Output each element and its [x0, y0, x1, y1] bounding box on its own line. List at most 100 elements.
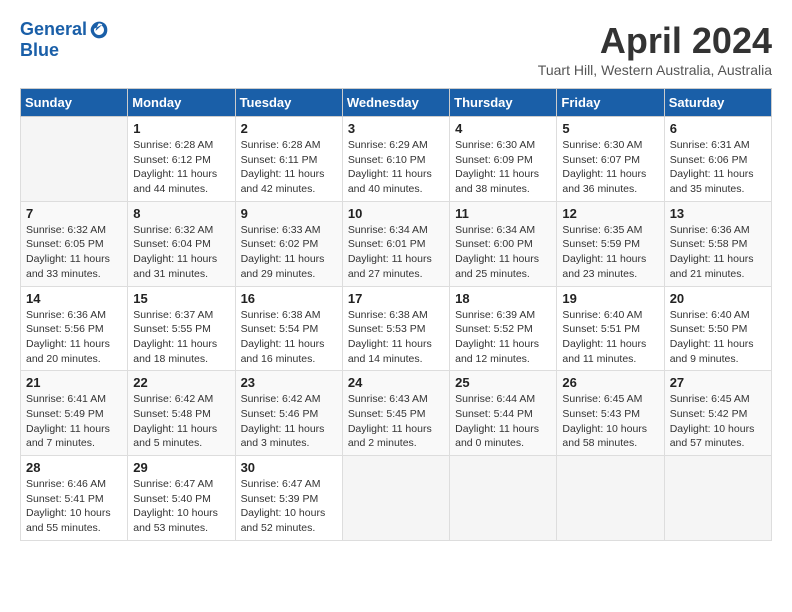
day-number: 1 — [133, 121, 229, 136]
calendar-cell: 3 Sunrise: 6:29 AMSunset: 6:10 PMDaylight… — [342, 117, 449, 202]
day-number: 26 — [562, 375, 658, 390]
day-info: Sunrise: 6:34 AMSunset: 6:01 PMDaylight:… — [348, 223, 444, 282]
calendar-header-row: SundayMondayTuesdayWednesdayThursdayFrid… — [21, 89, 772, 117]
day-number: 3 — [348, 121, 444, 136]
calendar-cell: 13Sunrise: 6:36 AMSunset: 5:58 PMDayligh… — [664, 201, 771, 286]
calendar-cell: 11Sunrise: 6:34 AMSunset: 6:00 PMDayligh… — [450, 201, 557, 286]
day-info: Sunrise: 6:32 AMSunset: 6:04 PMDaylight:… — [133, 223, 229, 282]
calendar-cell: 25 Sunrise: 6:44 AMSunset: 5:44 PMDayligh… — [450, 371, 557, 456]
day-number: 6 — [670, 121, 766, 136]
calendar-cell: 21Sunrise: 6:41 AMSunset: 5:49 PMDayligh… — [21, 371, 128, 456]
calendar-cell: 20 Sunrise: 6:40 AMSunset: 5:50 PMDayligh… — [664, 286, 771, 371]
calendar-cell: 9Sunrise: 6:33 AMSunset: 6:02 PMDaylight… — [235, 201, 342, 286]
day-number: 17 — [348, 291, 444, 306]
logo-icon — [89, 20, 109, 40]
day-number: 12 — [562, 206, 658, 221]
day-info: Sunrise: 6:44 AMSunset: 5:44 PMDaylight:… — [455, 392, 551, 451]
calendar-cell: 1 Sunrise: 6:28 AMSunset: 6:12 PMDaylight… — [128, 117, 235, 202]
day-number: 20 — [670, 291, 766, 306]
day-number: 4 — [455, 121, 551, 136]
calendar-cell — [557, 456, 664, 541]
calendar-cell: 23 Sunrise: 6:42 AMSunset: 5:46 PMDayligh… — [235, 371, 342, 456]
header-sunday: Sunday — [21, 89, 128, 117]
calendar-cell: 18 Sunrise: 6:39 AMSunset: 5:52 PMDayligh… — [450, 286, 557, 371]
calendar-cell: 30Sunrise: 6:47 AMSunset: 5:39 PMDayligh… — [235, 456, 342, 541]
day-number: 16 — [241, 291, 337, 306]
day-info: Sunrise: 6:39 AMSunset: 5:52 PMDaylight:… — [455, 308, 551, 367]
day-info: Sunrise: 6:31 AMSunset: 6:06 PMDaylight:… — [670, 138, 766, 197]
calendar-cell: 17 Sunrise: 6:38 AMSunset: 5:53 PMDayligh… — [342, 286, 449, 371]
calendar-cell: 27 Sunrise: 6:45 AMSunset: 5:42 PMDayligh… — [664, 371, 771, 456]
calendar-week-4: 21Sunrise: 6:41 AMSunset: 5:49 PMDayligh… — [21, 371, 772, 456]
day-number: 11 — [455, 206, 551, 221]
day-number: 14 — [26, 291, 122, 306]
calendar-cell: 22Sunrise: 6:42 AMSunset: 5:48 PMDayligh… — [128, 371, 235, 456]
logo: General Blue — [20, 20, 109, 61]
day-info: Sunrise: 6:47 AMSunset: 5:39 PMDaylight:… — [241, 477, 337, 536]
day-info: Sunrise: 6:32 AMSunset: 6:05 PMDaylight:… — [26, 223, 122, 282]
day-number: 22 — [133, 375, 229, 390]
day-number: 24 — [348, 375, 444, 390]
header-tuesday: Tuesday — [235, 89, 342, 117]
calendar-cell: 4 Sunrise: 6:30 AMSunset: 6:09 PMDaylight… — [450, 117, 557, 202]
calendar-cell: 26Sunrise: 6:45 AMSunset: 5:43 PMDayligh… — [557, 371, 664, 456]
calendar-cell — [450, 456, 557, 541]
day-number: 25 — [455, 375, 551, 390]
location-subtitle: Tuart Hill, Western Australia, Australia — [538, 62, 772, 78]
day-info: Sunrise: 6:30 AMSunset: 6:09 PMDaylight:… — [455, 138, 551, 197]
day-info: Sunrise: 6:40 AMSunset: 5:50 PMDaylight:… — [670, 308, 766, 367]
day-info: Sunrise: 6:36 AMSunset: 5:58 PMDaylight:… — [670, 223, 766, 282]
day-info: Sunrise: 6:37 AMSunset: 5:55 PMDaylight:… — [133, 308, 229, 367]
day-info: Sunrise: 6:36 AMSunset: 5:56 PMDaylight:… — [26, 308, 122, 367]
header-monday: Monday — [128, 89, 235, 117]
calendar-cell: 15 Sunrise: 6:37 AMSunset: 5:55 PMDayligh… — [128, 286, 235, 371]
calendar-week-5: 28 Sunrise: 6:46 AMSunset: 5:41 PMDayligh… — [21, 456, 772, 541]
day-info: Sunrise: 6:30 AMSunset: 6:07 PMDaylight:… — [562, 138, 658, 197]
day-info: Sunrise: 6:35 AMSunset: 5:59 PMDaylight:… — [562, 223, 658, 282]
calendar-cell: 19 Sunrise: 6:40 AMSunset: 5:51 PMDayligh… — [557, 286, 664, 371]
day-number: 28 — [26, 460, 122, 475]
page-header: General Blue April 2024 Tuart Hill, West… — [20, 20, 772, 78]
day-number: 18 — [455, 291, 551, 306]
day-number: 5 — [562, 121, 658, 136]
calendar-cell — [664, 456, 771, 541]
day-number: 19 — [562, 291, 658, 306]
day-info: Sunrise: 6:47 AMSunset: 5:40 PMDaylight:… — [133, 477, 229, 536]
header-wednesday: Wednesday — [342, 89, 449, 117]
calendar-cell: 8Sunrise: 6:32 AMSunset: 6:04 PMDaylight… — [128, 201, 235, 286]
calendar-cell: 29Sunrise: 6:47 AMSunset: 5:40 PMDayligh… — [128, 456, 235, 541]
calendar-cell: 28 Sunrise: 6:46 AMSunset: 5:41 PMDayligh… — [21, 456, 128, 541]
header-friday: Friday — [557, 89, 664, 117]
day-info: Sunrise: 6:28 AMSunset: 6:12 PMDaylight:… — [133, 138, 229, 197]
calendar-cell: 5 Sunrise: 6:30 AMSunset: 6:07 PMDaylight… — [557, 117, 664, 202]
day-number: 23 — [241, 375, 337, 390]
logo-blue: Blue — [20, 40, 109, 61]
day-number: 9 — [241, 206, 337, 221]
day-number: 27 — [670, 375, 766, 390]
day-info: Sunrise: 6:38 AMSunset: 5:54 PMDaylight:… — [241, 308, 337, 367]
logo-text: General — [20, 20, 87, 40]
month-title: April 2024 — [538, 20, 772, 62]
calendar-table: SundayMondayTuesdayWednesdayThursdayFrid… — [20, 88, 772, 541]
title-area: April 2024 Tuart Hill, Western Australia… — [538, 20, 772, 78]
day-number: 2 — [241, 121, 337, 136]
day-info: Sunrise: 6:46 AMSunset: 5:41 PMDaylight:… — [26, 477, 122, 536]
calendar-week-3: 14 Sunrise: 6:36 AMSunset: 5:56 PMDayligh… — [21, 286, 772, 371]
day-info: Sunrise: 6:43 AMSunset: 5:45 PMDaylight:… — [348, 392, 444, 451]
header-thursday: Thursday — [450, 89, 557, 117]
day-info: Sunrise: 6:38 AMSunset: 5:53 PMDaylight:… — [348, 308, 444, 367]
calendar-cell: 10Sunrise: 6:34 AMSunset: 6:01 PMDayligh… — [342, 201, 449, 286]
calendar-cell: 7 Sunrise: 6:32 AMSunset: 6:05 PMDaylight… — [21, 201, 128, 286]
header-saturday: Saturday — [664, 89, 771, 117]
day-number: 7 — [26, 206, 122, 221]
day-number: 15 — [133, 291, 229, 306]
day-info: Sunrise: 6:45 AMSunset: 5:42 PMDaylight:… — [670, 392, 766, 451]
day-info: Sunrise: 6:42 AMSunset: 5:46 PMDaylight:… — [241, 392, 337, 451]
day-info: Sunrise: 6:28 AMSunset: 6:11 PMDaylight:… — [241, 138, 337, 197]
calendar-week-2: 7 Sunrise: 6:32 AMSunset: 6:05 PMDaylight… — [21, 201, 772, 286]
calendar-cell: 24 Sunrise: 6:43 AMSunset: 5:45 PMDayligh… — [342, 371, 449, 456]
day-info: Sunrise: 6:29 AMSunset: 6:10 PMDaylight:… — [348, 138, 444, 197]
calendar-cell: 12 Sunrise: 6:35 AMSunset: 5:59 PMDayligh… — [557, 201, 664, 286]
calendar-cell: 16 Sunrise: 6:38 AMSunset: 5:54 PMDayligh… — [235, 286, 342, 371]
day-info: Sunrise: 6:40 AMSunset: 5:51 PMDaylight:… — [562, 308, 658, 367]
